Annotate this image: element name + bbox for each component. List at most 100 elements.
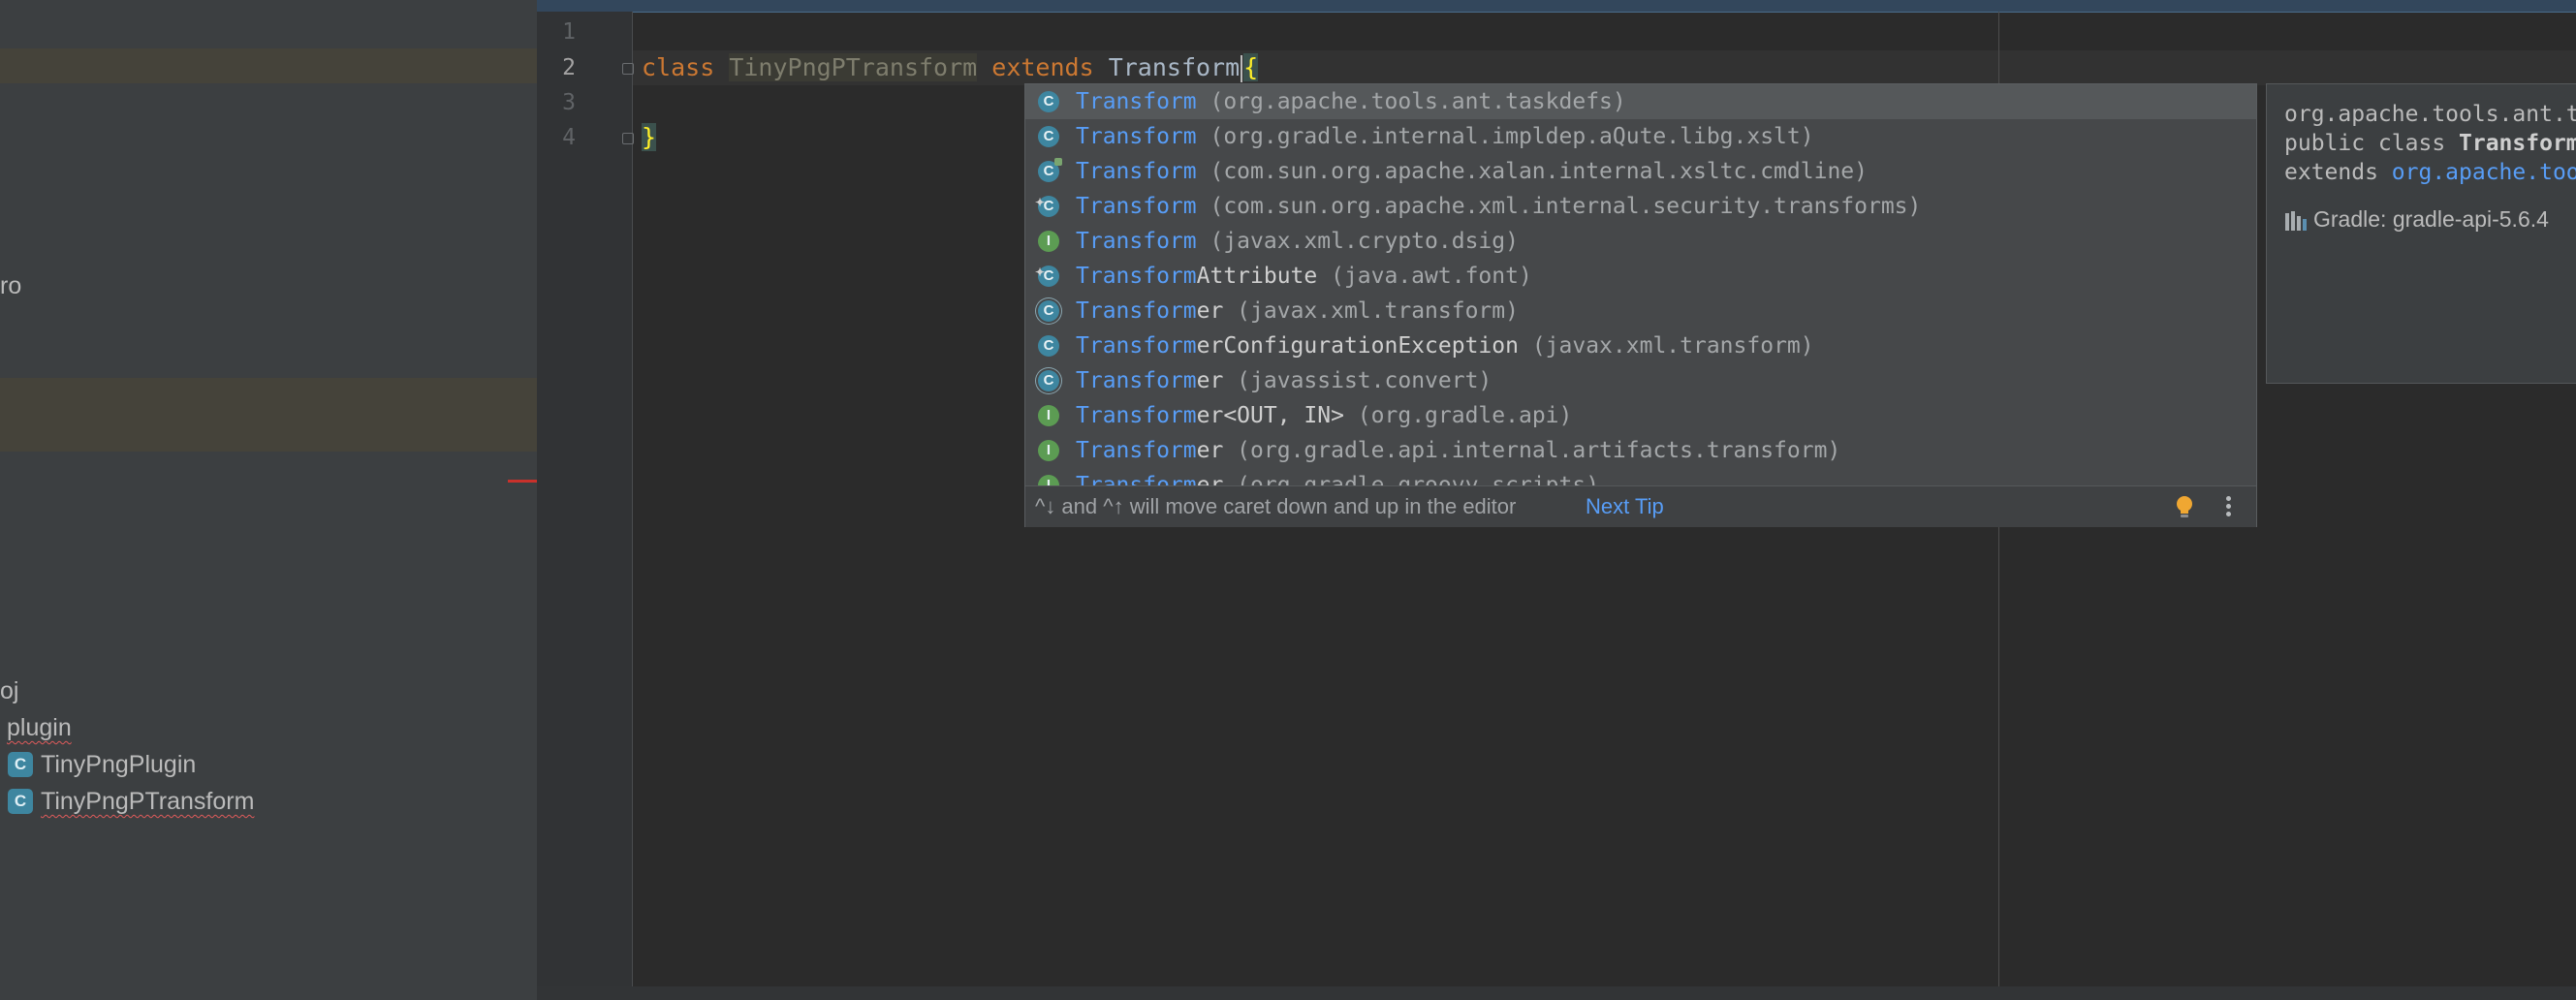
next-tip-link[interactable]: Next Tip	[1586, 486, 1664, 527]
match-text: Transform	[1076, 194, 1197, 219]
error-marker	[508, 480, 537, 483]
tip-text: ^↓ and ^↑ will move caret down and up in…	[1035, 494, 1517, 518]
remainder-text: erConfigurationException	[1196, 333, 1519, 359]
line-number: 3	[562, 90, 576, 115]
abstract-class-icon: C	[1038, 300, 1059, 322]
abstract-class-icon: C	[1038, 370, 1059, 391]
close-brace: }	[642, 123, 657, 151]
completion-item-text: Transform (com.sun.org.apache.xml.intern…	[1076, 189, 1921, 224]
fold-marker-icon[interactable]	[622, 133, 634, 144]
match-text: Transform	[1076, 403, 1197, 428]
horizontal-scrollbar[interactable]	[537, 986, 2576, 1000]
match-text: Transform	[1076, 89, 1197, 114]
completion-item[interactable]: I Transformer (org.gradle.api.internal.ar…	[1025, 433, 2256, 468]
completion-item[interactable]: C TransformerConfigurationException (java…	[1025, 328, 2256, 363]
doc-package: org.apache.tools.ant.taskdefs	[2284, 102, 2576, 127]
package-qualifier: (org.apache.tools.ant.taskdefs)	[1196, 89, 1626, 114]
completion-item-text: Transformer (org.gradle.groovy.scripts)	[1076, 468, 1599, 485]
remainder-text: er	[1196, 298, 1224, 324]
match-text: Transform	[1076, 368, 1197, 393]
package-qualifier: (com.sun.org.apache.xml.internal.securit…	[1196, 194, 1922, 219]
completion-item-text: Transform (org.gradle.internal.impldep.a…	[1076, 119, 1814, 154]
package-qualifier: (org.gradle.internal.impldep.aQute.libg.…	[1196, 124, 1814, 149]
package-qualifier: (org.gradle.api)	[1343, 403, 1573, 428]
pinned-class-icon: C ✦	[1035, 266, 1059, 287]
match-text: Transform	[1076, 159, 1197, 184]
completion-item-text: Transformer (org.gradle.api.internal.art…	[1076, 433, 1840, 468]
class-name: TinyPngPTransform	[729, 53, 978, 81]
completion-item[interactable]: I Transform (javax.xml.crypto.dsig)	[1025, 224, 2256, 259]
file-label: TinyPngPTransform	[41, 788, 255, 815]
doc-library: Gradle: gradle-api-5.6.4	[2284, 204, 2549, 234]
code-line-2[interactable]: class TinyPngPTransform extends Transfor…	[642, 50, 1259, 85]
completion-item[interactable]: C Transformer (javassist.convert)	[1025, 363, 2256, 398]
text-caret	[1241, 55, 1243, 82]
line-number: 1	[562, 19, 576, 45]
completion-item[interactable]: I Transformer (org.gradle.groovy.scripts)	[1025, 468, 2256, 485]
remainder-text: er	[1196, 438, 1224, 463]
remainder-text: Attribute	[1196, 264, 1318, 289]
class-icon: C	[8, 789, 33, 814]
remainder-text: er	[1196, 473, 1224, 485]
match-text: Transform	[1076, 124, 1197, 149]
remainder-text: er	[1196, 368, 1224, 393]
completion-list[interactable]: C Transform (org.apache.tools.ant.taskdef…	[1025, 84, 2256, 485]
quick-documentation-popup[interactable]: org.apache.tools.ant.taskdefs public cla…	[2266, 83, 2576, 384]
completion-item[interactable]: C Transform (com.sun.org.apache.xalan.int…	[1025, 154, 2256, 189]
fold-marker-icon[interactable]	[622, 63, 634, 75]
interface-icon: I	[1038, 440, 1059, 461]
completion-item[interactable]: I Transformer<OUT, IN> (org.gradle.api)	[1025, 398, 2256, 433]
more-options-icon[interactable]	[2223, 494, 2233, 519]
completion-item[interactable]: C Transform (org.gradle.internal.impldep.…	[1025, 119, 2256, 154]
completion-item-text: Transformer (javassist.convert)	[1076, 363, 1492, 398]
class-icon: C	[1038, 126, 1059, 147]
package-qualifier: (org.gradle.groovy.scripts)	[1223, 473, 1600, 485]
interface-icon: I	[1038, 405, 1059, 426]
line-number: 2	[562, 55, 576, 80]
tree-selected-row	[0, 378, 537, 452]
completion-item-text: Transform (com.sun.org.apache.xalan.inte…	[1076, 154, 1868, 189]
library-class-icon: C	[1038, 158, 1062, 182]
match-text: Transform	[1076, 333, 1197, 359]
match-text: Transform	[1076, 473, 1197, 485]
completion-item[interactable]: C Transform (org.apache.tools.ant.taskdef…	[1025, 84, 2256, 119]
completion-footer: ^↓ and ^↑ will move caret down and up in…	[1025, 485, 2256, 527]
tree-item-partial[interactable]: ro	[0, 268, 21, 303]
line-gutter: 1 2 3 4	[537, 12, 634, 986]
doc-superclass-link[interactable]: org.apache.tools.ant.taskdefs.XSLTProces…	[2392, 160, 2576, 185]
package-qualifier: (javassist.convert)	[1223, 368, 1492, 393]
tree-folder-plugin[interactable]: plugin	[7, 710, 72, 745]
doc-declaration: public class Transform	[2284, 131, 2576, 156]
completion-item-text: Transformer (javax.xml.transform)	[1076, 294, 1519, 328]
match-text: Transform	[1076, 264, 1197, 289]
library-icon	[2285, 210, 2307, 231]
completion-item-text: Transformer<OUT, IN> (org.gradle.api)	[1076, 398, 1572, 433]
keyword-class: class	[642, 53, 715, 81]
package-qualifier: (org.gradle.api.internal.artifacts.trans…	[1223, 438, 1841, 463]
interface-icon: I	[1038, 231, 1059, 252]
package-qualifier: (javax.xml.transform)	[1518, 333, 1814, 359]
code-line-4[interactable]: }	[642, 120, 657, 155]
tree-item-partial[interactable]: oj	[0, 673, 18, 708]
completion-item[interactable]: C Transformer (javax.xml.transform)	[1025, 294, 2256, 328]
project-panel: ro oj plugin C TinyPngPlugin C TinyPngPT…	[0, 0, 537, 1000]
typed-identifier: Transform	[1108, 53, 1241, 81]
remainder-text: er<OUT, IN>	[1196, 403, 1344, 428]
interface-icon: I	[1038, 475, 1059, 485]
class-icon: C	[1038, 91, 1059, 112]
class-icon: C	[1038, 335, 1059, 357]
pinned-class-icon: C ✦	[1035, 196, 1059, 217]
package-qualifier: (com.sun.org.apache.xalan.internal.xsltc…	[1196, 159, 1868, 184]
completion-item[interactable]: C ✦ TransformAttribute (java.awt.font)	[1025, 259, 2256, 294]
package-qualifier: (javax.xml.transform)	[1223, 298, 1519, 324]
completion-item-text: Transform (javax.xml.crypto.dsig)	[1076, 224, 1519, 259]
tree-highlight-row	[0, 48, 537, 83]
editor-top-bar	[537, 0, 2576, 13]
code-completion-popup[interactable]: C Transform (org.apache.tools.ant.taskdef…	[1024, 83, 2257, 527]
line-number: 4	[562, 125, 576, 150]
lightbulb-icon[interactable]	[2174, 495, 2195, 518]
completion-item[interactable]: C ✦ Transform (com.sun.org.apache.xml.inte…	[1025, 189, 2256, 224]
match-text: Transform	[1076, 229, 1197, 254]
match-text: Transform	[1076, 438, 1197, 463]
completion-item-text: Transform (org.apache.tools.ant.taskdefs…	[1076, 84, 1626, 119]
